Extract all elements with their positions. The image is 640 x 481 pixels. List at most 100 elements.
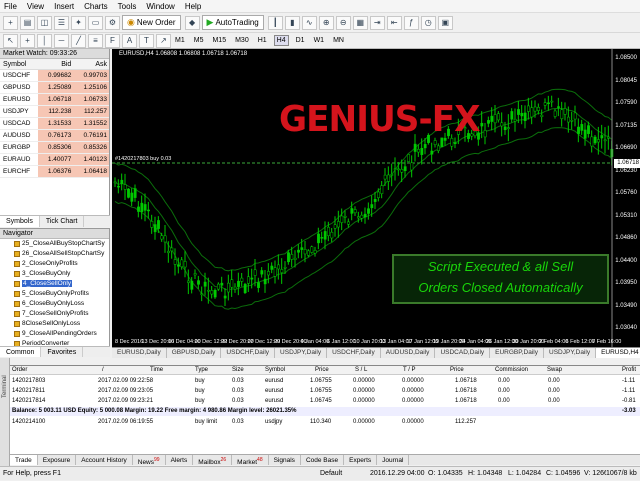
chart-tab[interactable]: USDCHF,Daily [327,348,381,358]
column-header[interactable]: Commission [495,366,528,375]
column-header[interactable]: Swap [547,366,562,375]
pending-row[interactable]: 1420214100 2017.02.09 06:19:55 buy limit 0.… [10,418,640,427]
price-chart[interactable]: EURUSD,H4 1.06808 1.06808 1.06718 1.0671… [112,49,640,347]
column-header[interactable]: Order [12,366,27,375]
market-watch-row[interactable]: USDJPY 112.238 112.257 [0,106,109,118]
timeframe-w1[interactable]: W1 [312,36,327,45]
terminal-tab-account-history[interactable]: Account History [76,455,133,465]
chart-tab[interactable]: EURGBP,Daily [490,348,545,358]
chart-tab[interactable]: EURUSD,H4 [596,348,640,358]
timeframe-h4[interactable]: H4 [273,35,289,46]
terminal-tab-market[interactable]: Market48 [232,455,269,466]
column-header[interactable]: T / P [403,366,416,375]
col-ask[interactable]: Ask [73,59,109,69]
new-chart-icon[interactable]: + [3,15,18,30]
market-watch-row[interactable]: EURUSD 1.06718 1.06733 [0,94,109,106]
column-header[interactable]: S / L [355,366,367,375]
menu-item-charts[interactable]: Charts [84,2,108,11]
chart-tab[interactable]: USDCAD,Daily [435,348,491,358]
menu-item-tools[interactable]: Tools [118,2,137,11]
tab-common[interactable]: Common [0,347,42,357]
navigator-script-item[interactable]: 25_CloseAllBuyStopChartSy [0,239,109,249]
market-watch-icon[interactable]: ◫ [37,15,52,30]
meta-editor-icon[interactable]: ◆ [184,15,200,30]
horizontal-line-icon[interactable]: ─ [54,33,69,48]
terminal-tab-alerts[interactable]: Alerts [166,455,194,465]
autotrading-button[interactable]: ▶ AutoTrading [201,15,264,30]
navigator-script-item[interactable]: 7_CloseSellOnlyProfits [0,309,109,319]
chart-tab[interactable]: USDJPY,Daily [275,348,328,358]
profiles-icon[interactable]: ▤ [20,15,35,30]
column-header[interactable]: Price [315,366,329,375]
navigator-script-item[interactable]: 6_CloseBuyOnlyLoss [0,299,109,309]
chart-tab[interactable]: AUDUSD,Daily [381,348,436,358]
tile-icon[interactable]: ▦ [352,15,368,30]
column-header[interactable]: Symbol [265,366,285,375]
terminal-tab-exposure[interactable]: Exposure [38,455,77,465]
navigator-script-item[interactable]: 26_CloseAllSellStopChartSy [0,249,109,259]
label-icon[interactable]: T [139,33,154,48]
navigator-script-item[interactable]: 2_CloseOnlyProfits [0,259,109,269]
tester-icon[interactable]: ⚙ [105,15,120,30]
menu-item-view[interactable]: View [27,2,44,11]
cursor-icon[interactable]: ↖ [3,33,18,48]
arrows-icon[interactable]: ↗ [156,33,171,48]
navigator-script-item[interactable]: 3_CloseBuyOnly [0,269,109,279]
column-header[interactable]: / [102,366,104,375]
bar-chart-icon[interactable]: ┃ [267,15,283,30]
market-watch-row[interactable]: GBPUSD 1.25089 1.25106 [0,82,109,94]
timeframe-mn[interactable]: MN [331,36,346,45]
data-window-icon[interactable]: ☰ [54,15,69,30]
navigator-script-item[interactable]: 4_CloseSellOnly [0,279,109,289]
market-watch-row[interactable]: USDCHF 0.99682 0.99703 [0,70,109,82]
column-header[interactable]: Size [232,366,244,375]
column-header[interactable]: Type [195,366,208,375]
vertical-line-icon[interactable]: │ [37,33,52,48]
menu-item-help[interactable]: Help [185,2,201,11]
zoom-out-icon[interactable]: ⊖ [335,15,351,30]
market-watch-row[interactable]: USDCAD 1.31533 1.31552 [0,118,109,130]
timeframe-m30[interactable]: M30 [233,36,251,45]
timeframe-m5[interactable]: M5 [192,36,206,45]
line-chart-icon[interactable]: ∿ [301,15,317,30]
text-icon[interactable]: A [122,33,137,48]
tab-favorites[interactable]: Favorites [41,347,84,357]
autoscroll-icon[interactable]: ⇥ [369,15,385,30]
market-watch-row[interactable]: AUDUSD 0.76173 0.76191 [0,130,109,142]
terminal-icon[interactable]: ▭ [88,15,103,30]
tab-tick-chart[interactable]: Tick Chart [40,216,85,227]
trade-row[interactable]: 1420217814 2017.02.09 09:23:21 buy 0.03 euru… [10,397,640,406]
column-header[interactable]: Price [450,366,464,375]
terminal-tab-journal[interactable]: Journal [377,455,410,465]
menu-item-insert[interactable]: Insert [54,2,74,11]
fibo-icon[interactable]: F [105,33,120,48]
periods-icon[interactable]: ◷ [420,15,436,30]
crosshair-icon[interactable]: + [20,33,35,48]
new-order-button[interactable]: ◉ New Order [122,15,181,30]
terminal-tab-signals[interactable]: Signals [269,455,301,465]
timeframe-m15[interactable]: M15 [210,36,228,45]
navigator-script-item[interactable]: 9_CloseAllPendingOrders [0,329,109,339]
navigator-script-item[interactable]: 5_CloseBuyOnlyProfits [0,289,109,299]
market-watch-row[interactable]: EURAUD 1.40077 1.40123 [0,154,109,166]
timeframe-h1[interactable]: H1 [256,36,269,45]
channel-icon[interactable]: ≡ [88,33,103,48]
trade-row[interactable]: 1420217803 2017.02.09 09:22:58 buy 0.03 euru… [10,377,640,386]
column-header[interactable]: Profit [622,366,636,375]
chart-tab[interactable]: USDCHF,Daily [221,348,276,358]
templates-icon[interactable]: ▣ [437,15,453,30]
chart-tab[interactable]: USDJPY,Daily [544,348,597,358]
terminal-tab-trade[interactable]: Trade [10,455,38,465]
terminal-tab-experts[interactable]: Experts [344,455,378,465]
menu-item-window[interactable]: Window [146,2,174,11]
tab-symbols[interactable]: Symbols [0,216,40,227]
menu-item-file[interactable]: File [4,2,17,11]
chart-tab[interactable]: GBPUSD,Daily [167,348,222,358]
zoom-in-icon[interactable]: ⊕ [318,15,334,30]
market-watch-row[interactable]: EURGBP 0.85306 0.85326 [0,142,109,154]
terminal-tab-news[interactable]: News99 [133,455,166,466]
candle-chart-icon[interactable]: ▮ [284,15,300,30]
terminal-tab-mailbox[interactable]: Mailbox26 [193,455,233,466]
timeframe-m1[interactable]: M1 [173,36,187,45]
navigator-icon[interactable]: ✦ [71,15,86,30]
